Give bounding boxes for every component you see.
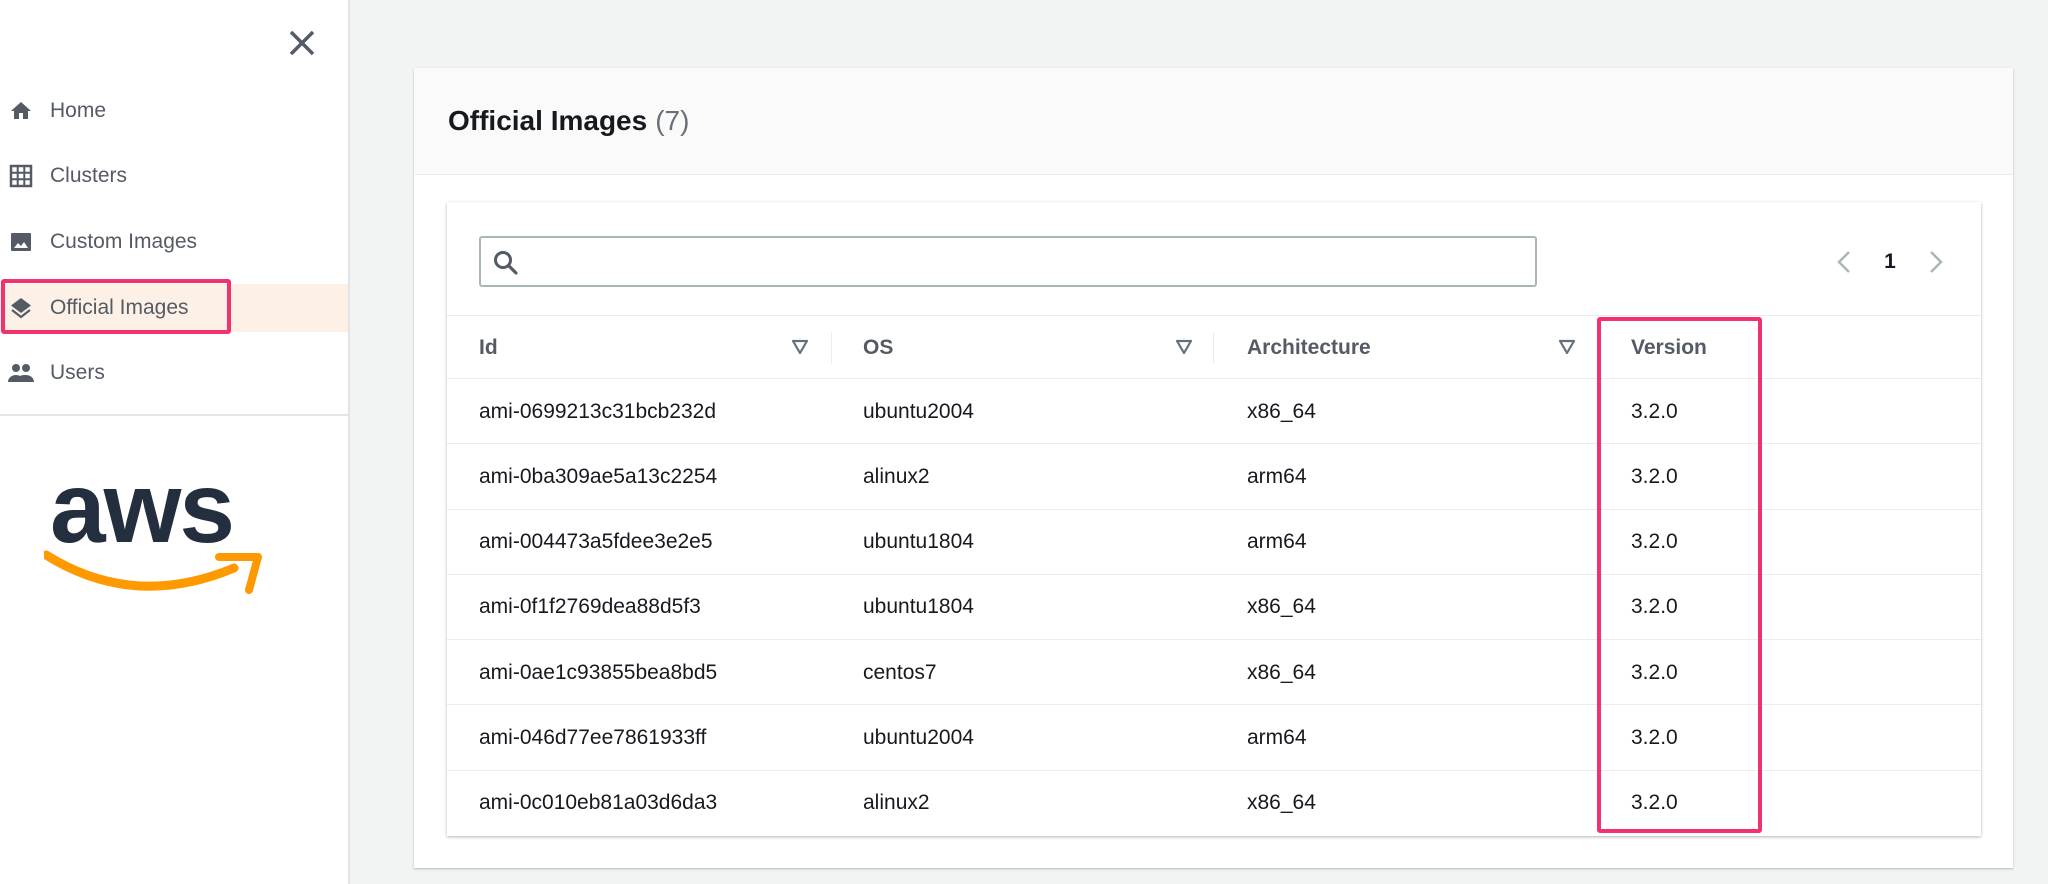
- cell-id: ami-0ba309ae5a13c2254: [479, 464, 718, 488]
- home-icon: [8, 98, 34, 124]
- cell-os: ubuntu1804: [863, 595, 974, 619]
- sidebar-divider: [0, 414, 348, 416]
- aws-logo: aws: [41, 452, 264, 605]
- sidebar-item-label: Home: [50, 99, 107, 122]
- sidebar-item-label: Custom Images: [50, 230, 198, 253]
- column-header-architecture[interactable]: Architecture: [1247, 316, 1371, 380]
- prev-page-button[interactable]: [1829, 242, 1859, 282]
- search-field[interactable]: [479, 236, 1537, 287]
- highlight-box-version-column: [1597, 317, 1762, 833]
- highlight-box-official-images: [1, 279, 231, 334]
- svg-text:aws: aws: [50, 460, 233, 564]
- cell-architecture: arm64: [1247, 726, 1307, 749]
- sort-icon[interactable]: [1558, 339, 1576, 355]
- cell-architecture: arm64: [1247, 530, 1307, 554]
- cell-os: alinux2: [863, 464, 930, 488]
- sidebar: Home Clusters Custom Images Official Ima…: [0, 0, 350, 884]
- image-count: (7): [655, 105, 690, 136]
- sidebar-item-label: Clusters: [50, 164, 128, 187]
- cell-id: ami-0ae1c93855bea8bd5: [479, 660, 718, 684]
- cell-os: ubuntu1804: [863, 530, 974, 554]
- search-icon: [493, 250, 519, 281]
- grid-icon: [8, 163, 34, 189]
- cell-architecture: x86_64: [1247, 595, 1316, 619]
- column-separator[interactable]: [1213, 332, 1214, 364]
- cell-id: ami-0c010eb81a03d6da3: [479, 791, 718, 815]
- panel-header: Official Images (7): [414, 68, 2013, 175]
- sidebar-item-label: Users: [50, 361, 105, 384]
- sidebar-item-custom-images[interactable]: Custom Images: [0, 218, 348, 266]
- next-page-button[interactable]: [1921, 242, 1951, 282]
- sidebar-item-home[interactable]: Home: [0, 87, 348, 135]
- cell-id: ami-046d77ee7861933ff: [479, 726, 707, 749]
- column-header-id[interactable]: Id: [479, 316, 498, 380]
- page-number[interactable]: 1: [1875, 242, 1905, 282]
- chevron-right-icon: [1930, 251, 1943, 273]
- cell-architecture: x86_64: [1247, 399, 1316, 423]
- chevron-left-icon: [1837, 251, 1850, 273]
- cell-architecture: arm64: [1247, 464, 1307, 488]
- sort-icon[interactable]: [791, 339, 809, 355]
- column-separator[interactable]: [831, 332, 832, 364]
- image-icon: [8, 229, 34, 255]
- official-images-panel: Official Images (7) 1 Id OS Architecture…: [414, 68, 2013, 868]
- page-title: Official Images: [448, 105, 648, 136]
- cell-os: centos7: [863, 660, 937, 684]
- column-header-os[interactable]: OS: [863, 316, 893, 380]
- search-input[interactable]: [481, 238, 1535, 285]
- cell-os: ubuntu2004: [863, 726, 974, 749]
- cell-architecture: x86_64: [1247, 791, 1316, 815]
- sidebar-item-clusters[interactable]: Clusters: [0, 152, 348, 200]
- cell-id: ami-0699213c31bcb232d: [479, 399, 717, 423]
- sidebar-item-users[interactable]: Users: [0, 349, 348, 397]
- users-icon: [8, 360, 34, 386]
- cell-architecture: x86_64: [1247, 660, 1316, 684]
- close-icon[interactable]: [287, 28, 317, 58]
- cell-id: ami-004473a5fdee3e2e5: [479, 530, 713, 554]
- sort-icon[interactable]: [1175, 339, 1193, 355]
- cell-id: ami-0f1f2769dea88d5f3: [479, 595, 701, 619]
- cell-os: ubuntu2004: [863, 399, 974, 423]
- cell-os: alinux2: [863, 791, 930, 815]
